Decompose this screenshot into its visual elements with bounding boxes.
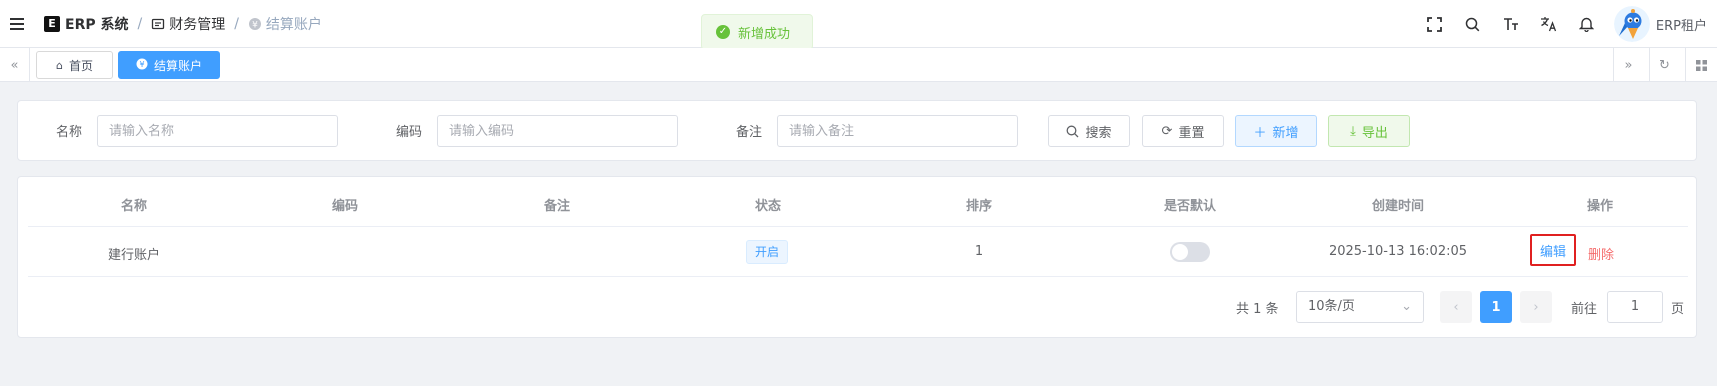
tab-label: 首页 <box>68 58 93 73</box>
column-header-status: 状态 <box>754 199 781 214</box>
cell-sort: 1 <box>974 244 984 259</box>
column-header-actions: 操作 <box>1586 199 1613 214</box>
search-button[interactable]: 搜索 <box>1048 115 1130 147</box>
brand-name: ERP 系统 <box>65 16 129 33</box>
top-navbar: E ERP 系统 / 财务管理 / ¥ 结算账户 ERP租户 <box>0 0 1717 48</box>
column-header-created: 创建时间 <box>1371 199 1424 214</box>
tab-settlement-account[interactable]: ¥ 结算账户 <box>118 51 220 79</box>
chevron-down-icon: ⌄ <box>1401 299 1412 314</box>
code-input[interactable] <box>437 115 678 147</box>
toggle-knob <box>1172 244 1188 260</box>
translate-icon[interactable] <box>1530 0 1568 48</box>
svg-text:¥: ¥ <box>139 60 144 69</box>
search-icon[interactable] <box>1454 0 1492 48</box>
page-unit-label: 页 <box>1671 302 1685 317</box>
refresh-icon[interactable]: ↻ <box>1649 48 1679 82</box>
chevron-right-icon: › <box>1533 299 1539 315</box>
account-table-card: 名称 编码 备注 状态 排序 是否默认 创建时间 操作 建行账户 开启 1 20… <box>17 176 1697 338</box>
avatar <box>1613 6 1650 42</box>
page-jump-input[interactable]: 1 <box>1607 291 1663 323</box>
column-header-code: 编码 <box>331 199 358 214</box>
column-header-sort: 排序 <box>965 199 992 214</box>
hamburger-menu-icon[interactable] <box>10 17 24 30</box>
code-label: 编码 <box>396 125 423 140</box>
delete-link[interactable]: 删除 <box>1588 244 1614 263</box>
home-icon: ⌂ <box>56 58 63 72</box>
search-form: 名称 编码 备注 搜索 ⟳ 重置 ＋ 新增 ⤓ 导出 <box>17 100 1697 161</box>
column-header-name: 名称 <box>120 199 147 214</box>
prev-page-button[interactable]: ‹ <box>1440 291 1472 323</box>
tab-label: 结算账户 <box>153 58 202 73</box>
page-button-current[interactable]: 1 <box>1480 291 1512 323</box>
chevron-left-icon: ‹ <box>1453 299 1459 315</box>
plus-icon: ＋ <box>1253 125 1267 141</box>
check-circle-icon: ✓ <box>716 25 730 39</box>
breadcrumb-separator: / <box>234 15 239 32</box>
brand-logo-icon: E <box>44 15 60 32</box>
breadcrumb-item-account: ¥ 结算账户 <box>248 14 322 34</box>
column-header-remark: 备注 <box>543 199 570 214</box>
search-button-label: 搜索 <box>1085 125 1112 141</box>
remark-label: 备注 <box>736 125 763 140</box>
download-icon: ⤓ <box>1350 123 1356 139</box>
account-icon: ¥ <box>136 58 148 73</box>
user-name: ERP租户 <box>1655 18 1707 34</box>
remark-input[interactable] <box>777 115 1018 147</box>
success-toast: ✓ 新增成功 <box>701 14 813 50</box>
toast-text: 新增成功 <box>738 26 791 42</box>
bell-icon[interactable] <box>1568 0 1606 48</box>
export-button-label: 导出 <box>1361 125 1388 141</box>
default-toggle[interactable] <box>1170 242 1210 262</box>
table-row: 建行账户 开启 1 2025-10-13 16:02:05 编辑 删除 <box>28 227 1688 277</box>
search-icon <box>1067 125 1079 137</box>
export-button[interactable]: ⤓ 导出 <box>1328 115 1410 147</box>
reset-button-label: 重置 <box>1178 125 1205 141</box>
cell-created-time: 2025-10-13 16:02:05 <box>1328 244 1468 259</box>
add-button-label: 新增 <box>1272 125 1299 141</box>
breadcrumb-label: 财务管理 <box>169 16 226 33</box>
scroll-left-icon[interactable]: « <box>0 48 30 82</box>
refresh-icon: ⟳ <box>1161 123 1173 139</box>
svg-text:¥: ¥ <box>252 20 258 30</box>
name-label: 名称 <box>56 125 83 140</box>
tab-home[interactable]: ⌂ 首页 <box>36 51 113 79</box>
edit-link[interactable]: 编辑 <box>1530 234 1576 266</box>
header-toolbar: ERP租户 <box>1416 0 1717 48</box>
font-size-icon[interactable] <box>1492 0 1530 48</box>
page-size-value: 10条/页 <box>1308 299 1355 314</box>
tags-view-bar: « ⌂ 首页 ¥ 结算账户 » ↻ <box>0 48 1717 82</box>
fullscreen-icon[interactable] <box>1416 0 1454 48</box>
user-menu[interactable]: ERP租户 <box>1613 6 1707 42</box>
account-icon: ¥ <box>248 17 261 30</box>
breadcrumb-separator: / <box>137 15 143 32</box>
add-button[interactable]: ＋ 新增 <box>1235 115 1317 147</box>
ledger-icon <box>152 18 165 29</box>
column-header-default: 是否默认 <box>1163 199 1216 214</box>
pagination-total: 共 1 条 <box>1236 302 1279 317</box>
cell-name: 建行账户 <box>107 248 160 263</box>
status-badge: 开启 <box>746 240 789 264</box>
brand[interactable]: E ERP 系统 <box>44 14 128 34</box>
breadcrumb-item-finance[interactable]: 财务管理 <box>151 14 225 34</box>
page-size-select[interactable]: 10条/页 ⌄ <box>1296 291 1424 323</box>
name-input[interactable] <box>97 115 338 147</box>
next-page-button[interactable]: › <box>1520 291 1552 323</box>
goto-label: 前往 <box>1571 302 1598 317</box>
grid-menu-icon[interactable] <box>1685 48 1717 82</box>
scroll-right-icon[interactable]: » <box>1613 48 1643 82</box>
table-header: 名称 编码 备注 状态 排序 是否默认 创建时间 操作 <box>28 177 1688 227</box>
breadcrumb-label: 结算账户 <box>265 16 322 33</box>
reset-button[interactable]: ⟳ 重置 <box>1142 115 1224 147</box>
